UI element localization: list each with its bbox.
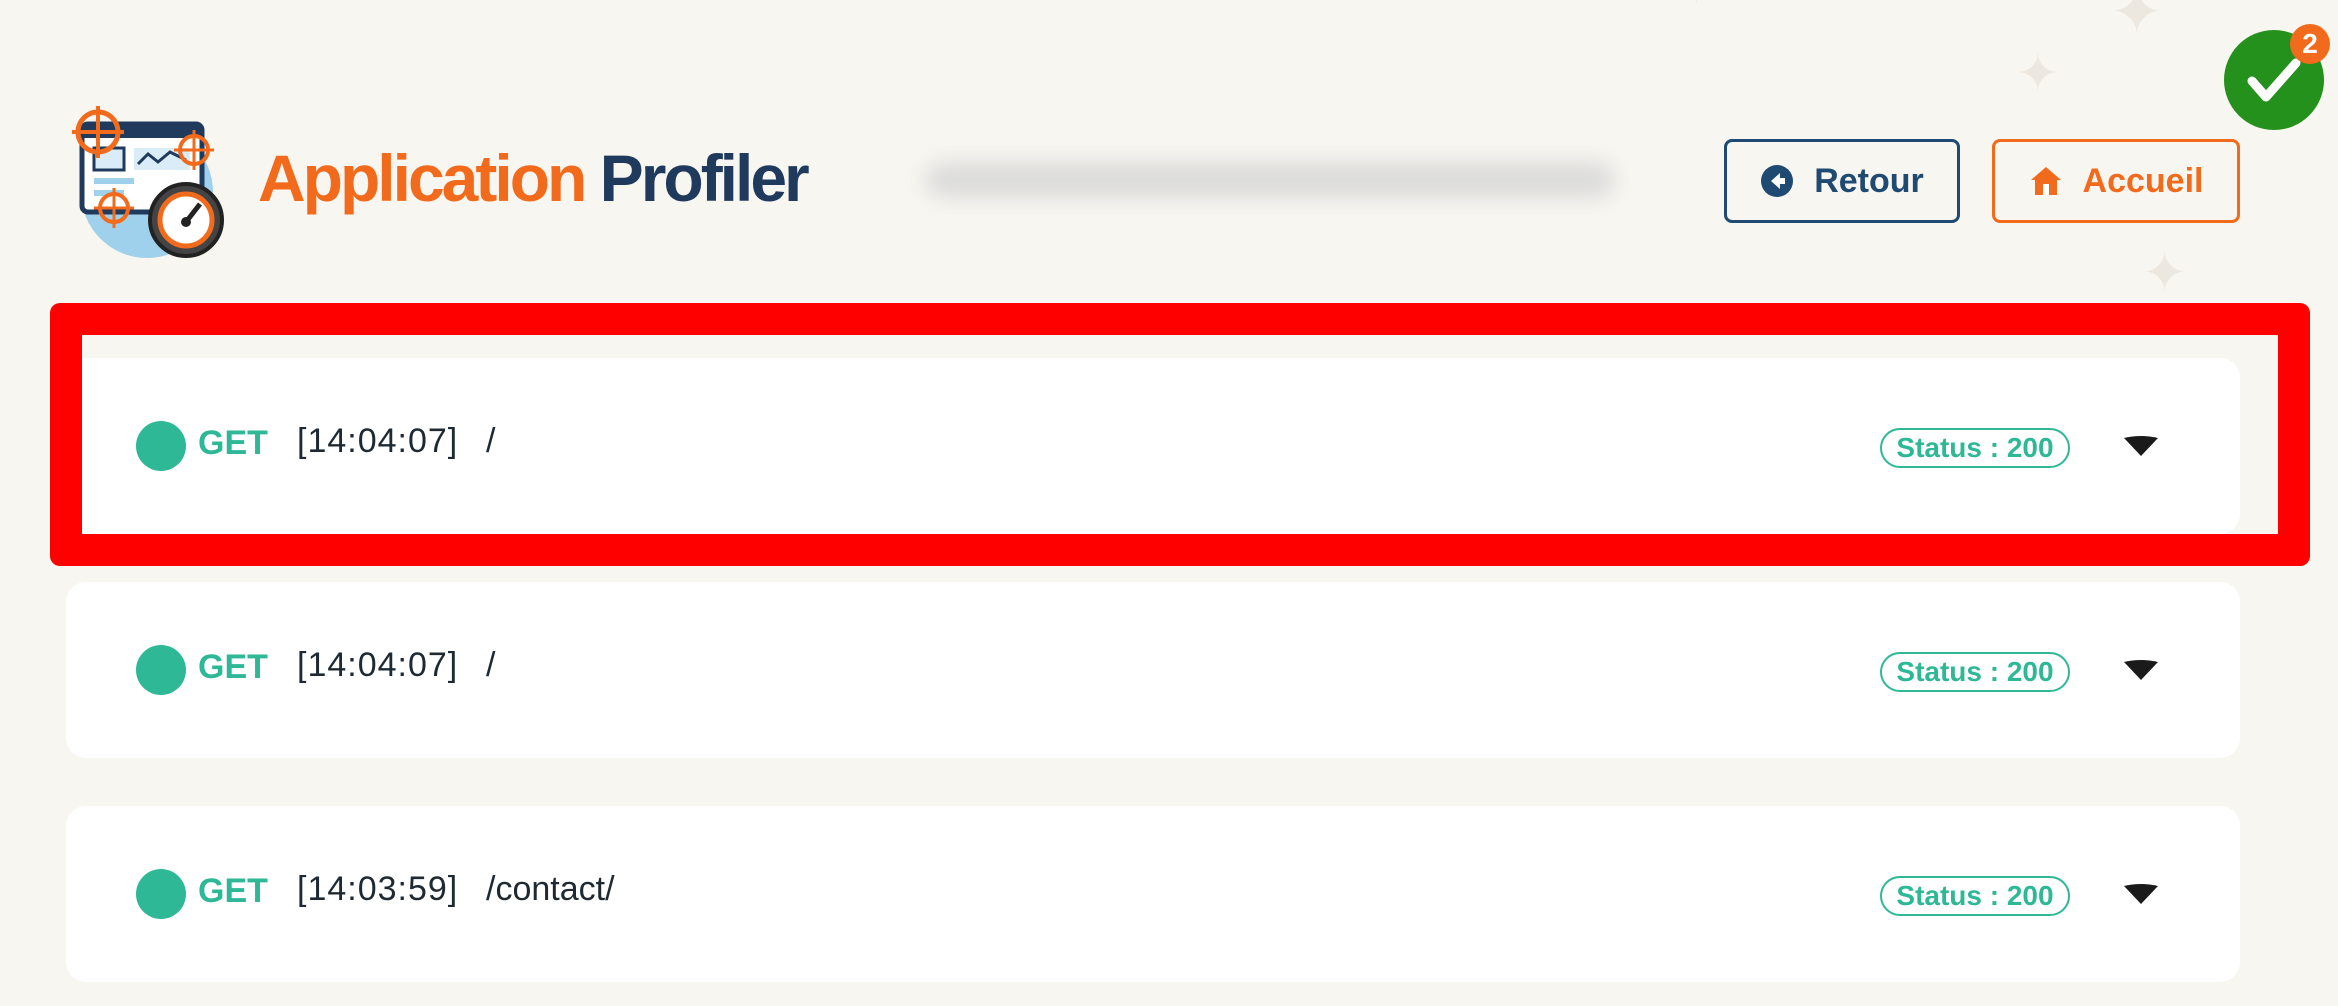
request-path: /contact/ xyxy=(486,870,615,908)
back-button[interactable]: Retour xyxy=(1724,139,1960,223)
home-button-label: Accueil xyxy=(2082,161,2204,200)
checkmark-icon xyxy=(2247,58,2301,102)
app-title-part2: Profiler xyxy=(599,141,810,215)
request-card[interactable]: GET [14:03:59] /contact/ Status : 200 xyxy=(66,806,2240,982)
request-card[interactable]: GET [14:04:07] / Status : 200 xyxy=(66,358,2240,534)
request-method: GET xyxy=(198,872,268,910)
chevron-down-icon[interactable] xyxy=(2122,882,2160,906)
app-title: Application Profiler xyxy=(258,140,810,216)
status-dot xyxy=(136,421,186,471)
back-button-label: Retour xyxy=(1814,161,1924,200)
request-path: / xyxy=(486,646,496,684)
status-dot xyxy=(136,869,186,919)
status-badge: Status : 200 xyxy=(1880,876,2070,916)
status-badge: Status : 200 xyxy=(1880,652,2070,692)
arrow-left-circle-icon xyxy=(1761,165,1794,197)
chevron-down-icon[interactable] xyxy=(2122,434,2160,458)
app-title-part1: Application xyxy=(258,141,587,215)
blurred-content xyxy=(925,162,1615,198)
request-time: [14:03:59] xyxy=(297,870,459,908)
request-time: [14:04:07] xyxy=(297,646,459,684)
home-button[interactable]: Accueil xyxy=(1992,139,2240,223)
app-logo xyxy=(62,104,232,262)
request-path: / xyxy=(486,422,496,460)
status-badge: Status : 200 xyxy=(1880,428,2070,468)
notification-count-badge: 2 xyxy=(2290,24,2330,64)
status-dot xyxy=(136,645,186,695)
request-card[interactable]: GET [14:04:07] / Status : 200 xyxy=(66,582,2240,758)
request-method: GET xyxy=(198,648,268,686)
request-time: [14:04:07] xyxy=(297,422,459,460)
request-method: GET xyxy=(198,424,268,462)
app-header: Application Profiler Retour Accueil 2 xyxy=(0,0,2338,300)
chevron-down-icon[interactable] xyxy=(2122,658,2160,682)
home-icon xyxy=(2030,167,2061,195)
